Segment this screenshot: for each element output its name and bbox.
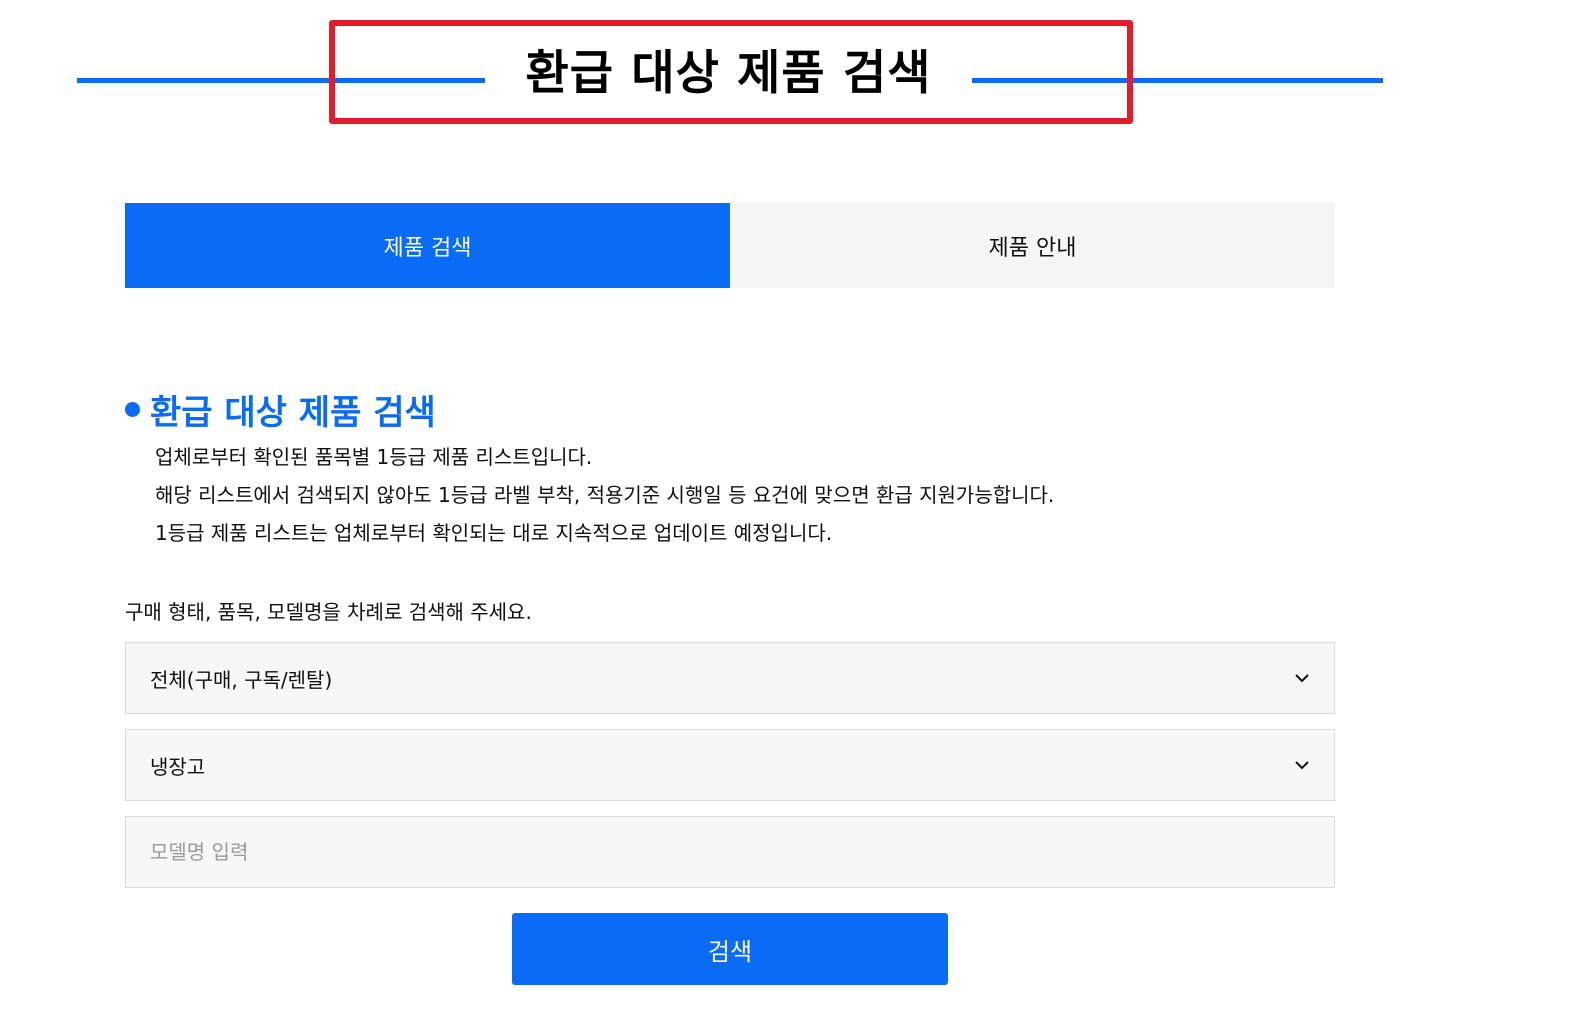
chevron-down-icon [1294, 757, 1310, 773]
bullet-dot-icon [125, 402, 140, 417]
model-name-field [125, 816, 1335, 888]
tab-bar: 제품 검색 제품 안내 [125, 203, 1335, 288]
purchase-type-selected-value: 전체(구매, 구독/렌탈) [150, 667, 333, 692]
search-button[interactable]: 검색 [512, 913, 948, 985]
section-heading-text: 환급 대상 제품 검색 [150, 393, 436, 433]
section-description: 업체로부터 확인된 품목별 1등급 제품 리스트입니다. 해당 리스트에서 검색… [155, 438, 1054, 552]
tab-product-guide-label: 제품 안내 [988, 235, 1077, 261]
model-name-input[interactable] [150, 840, 1310, 864]
description-line: 1등급 제품 리스트는 업체로부터 확인되는 대로 지속적으로 업데이트 예정입… [155, 521, 833, 545]
tab-product-search[interactable]: 제품 검색 [125, 203, 730, 288]
page-title: 환급 대상 제품 검색 [525, 46, 932, 101]
purchase-type-select[interactable]: 전체(구매, 구독/렌탈) [125, 642, 1335, 714]
category-selected-value: 냉장고 [150, 754, 206, 779]
description-line: 해당 리스트에서 검색되지 않아도 1등급 라벨 부착, 적용기준 시행일 등 … [155, 483, 1055, 507]
chevron-down-icon [1294, 670, 1310, 686]
tab-product-search-label: 제품 검색 [383, 235, 472, 261]
section-heading: 환급 대상 제품 검색 [125, 385, 436, 434]
description-line: 업체로부터 확인된 품목별 1등급 제품 리스트입니다. [155, 445, 593, 469]
category-select[interactable]: 냉장고 [125, 729, 1335, 801]
tab-product-guide[interactable]: 제품 안내 [730, 203, 1335, 288]
form-instruction: 구매 형태, 품목, 모델명을 차례로 검색해 주세요. [125, 600, 532, 624]
